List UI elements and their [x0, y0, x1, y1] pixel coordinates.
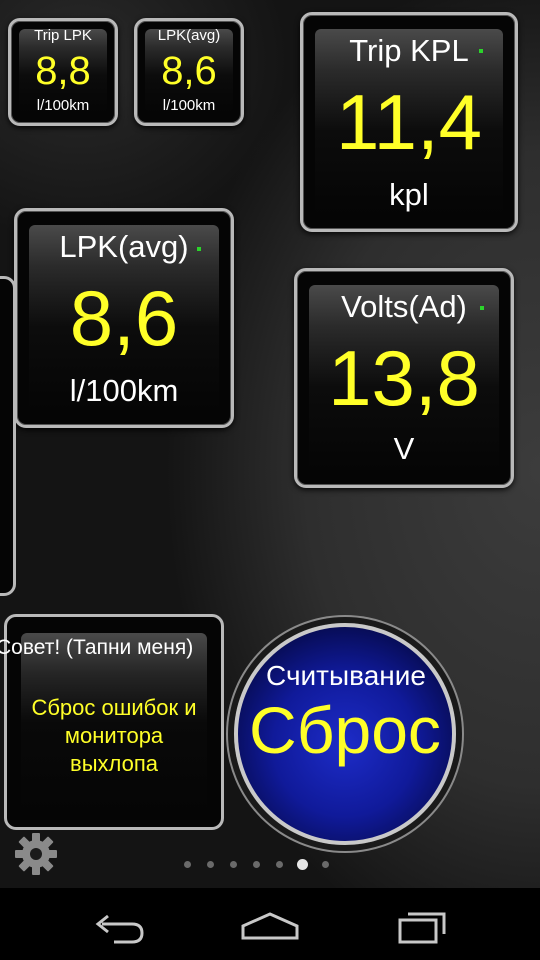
- home-icon[interactable]: [225, 898, 315, 950]
- gauge-unit: l/100km: [162, 97, 216, 114]
- gauge-trip-lpk[interactable]: Trip LPK 8,8 l/100km: [8, 18, 118, 126]
- gauge-trip-kpl[interactable]: Trip KPL 11,4 kpl: [300, 12, 518, 232]
- gauge-value: 13,8: [328, 334, 480, 422]
- gauge-value: 8,6: [161, 49, 217, 93]
- status-indicator-icon: [197, 247, 201, 251]
- gauge-value: 8,6: [69, 274, 179, 362]
- gauge-title: Trip LPK: [34, 27, 92, 44]
- gauge-value: 11,4: [335, 78, 483, 166]
- round-button-title: Считывание: [266, 660, 426, 691]
- back-icon[interactable]: [74, 898, 164, 950]
- status-indicator-icon: [479, 49, 483, 53]
- round-button-value[interactable]: Сброс: [240, 692, 450, 768]
- gauge-title: Volts(Ad): [341, 289, 467, 324]
- gear-icon[interactable]: [12, 830, 60, 878]
- gauge-unit: kpl: [389, 177, 429, 212]
- gauge-title: LPK(avg): [157, 27, 221, 44]
- gauge-value: 8,8: [35, 49, 91, 93]
- gauge-lpk-avg-large[interactable]: LPK(avg) 8,6 l/100km: [14, 208, 234, 428]
- tip-line: выхлопа: [70, 751, 158, 776]
- tip-line: Сброс ошибок и: [31, 695, 197, 720]
- gauge-unit: l/100km: [36, 97, 90, 114]
- tip-title: Совет! (Тапни меня): [0, 636, 194, 659]
- gauge-lpk-avg-small[interactable]: LPK(avg) 8,6 l/100km: [134, 18, 244, 126]
- page-dot[interactable]: [207, 861, 214, 868]
- page-dot[interactable]: [184, 861, 191, 868]
- system-nav-bar: [0, 888, 540, 960]
- page-dot[interactable]: [230, 861, 237, 868]
- recent-apps-icon[interactable]: [380, 898, 470, 950]
- status-indicator-icon: [480, 306, 484, 310]
- tip-text: Сброс ошибок и монитора выхлопа: [10, 694, 218, 778]
- page-dot-active[interactable]: [297, 859, 308, 870]
- page-dot[interactable]: [322, 861, 329, 868]
- tip-line: монитора: [64, 723, 164, 748]
- page-dot[interactable]: [253, 861, 260, 868]
- gauge-offscreen-left[interactable]: [0, 276, 16, 596]
- gauge-title: Trip KPL: [349, 33, 469, 68]
- gauge-unit: V: [393, 431, 415, 466]
- gauge-volts[interactable]: Volts(Ad) 13,8 V: [294, 268, 514, 488]
- page-dot[interactable]: [276, 861, 283, 868]
- gauge-unit: l/100km: [69, 373, 179, 408]
